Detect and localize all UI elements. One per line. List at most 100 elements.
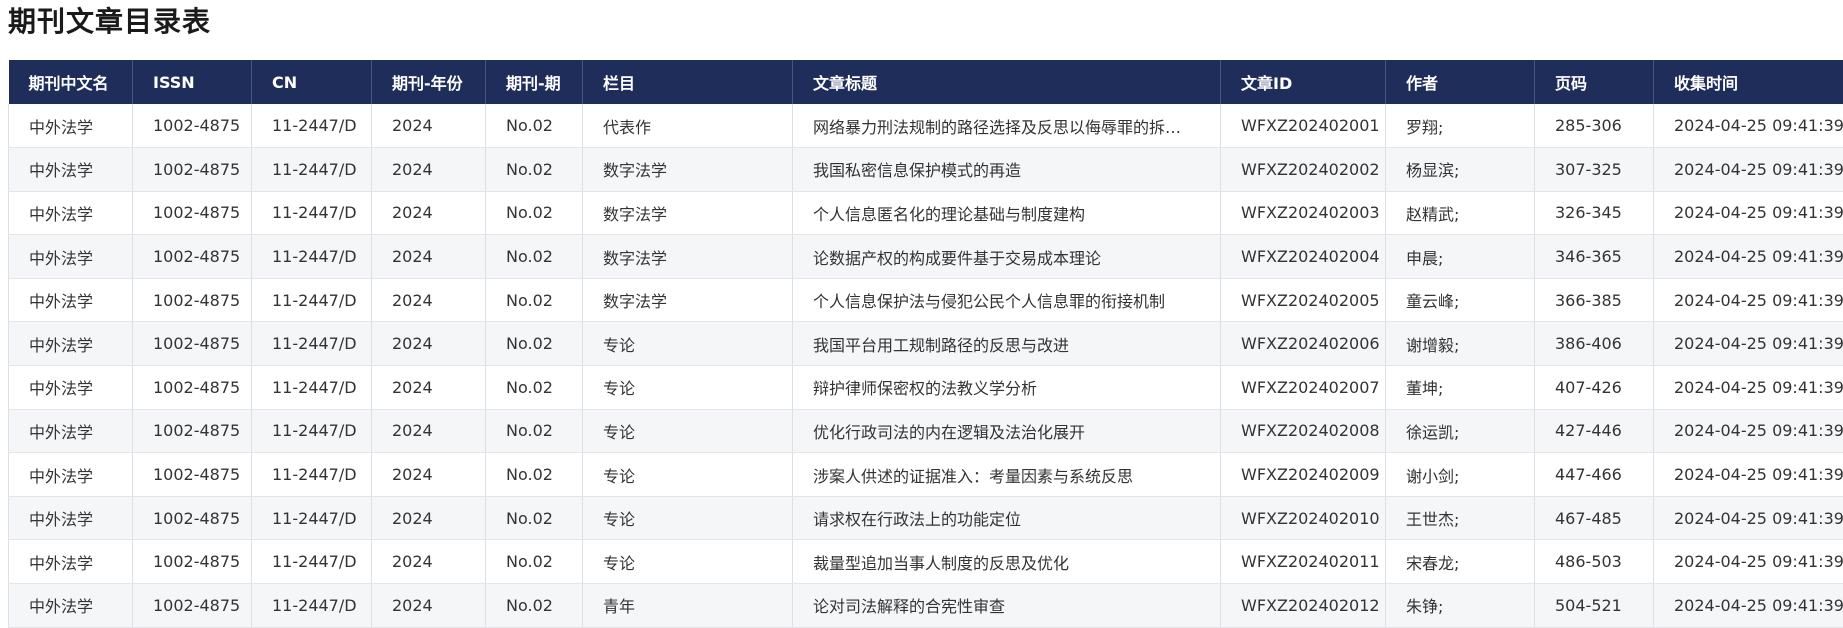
cell-year: 2024	[372, 366, 486, 410]
cell-year: 2024	[372, 104, 486, 148]
cell-issue: No.02	[486, 540, 583, 584]
table-container[interactable]: 期刊中文名ISSNCN期刊-年份期刊-期栏目文章标题文章ID作者页码收集时间 中…	[8, 60, 1843, 628]
cell-article-title: 优化行政司法的内在逻辑及法治化展开	[793, 409, 1221, 453]
cell-cn: 11-2447/D	[252, 409, 372, 453]
column-header-cn[interactable]: CN	[252, 60, 372, 104]
cell-year: 2024	[372, 191, 486, 235]
cell-pages: 307-325	[1535, 148, 1654, 192]
cell-year: 2024	[372, 322, 486, 366]
cell-year: 2024	[372, 453, 486, 497]
cell-article-id: WFXZ202402004	[1221, 235, 1386, 279]
cell-year: 2024	[372, 278, 486, 322]
cell-journal-name: 中外法学	[9, 366, 133, 410]
cell-collected-time: 2024-04-25 09:41:39	[1654, 235, 1843, 279]
column-header-collected-time[interactable]: 收集时间	[1654, 60, 1843, 104]
cell-article-title: 我国平台用工规制路径的反思与改进	[793, 322, 1221, 366]
cell-issn: 1002-4875	[133, 540, 252, 584]
cell-pages: 346-365	[1535, 235, 1654, 279]
cell-journal-name: 中外法学	[9, 191, 133, 235]
cell-issue: No.02	[486, 409, 583, 453]
cell-collected-time: 2024-04-25 09:41:39	[1654, 104, 1843, 148]
cell-section: 专论	[583, 366, 793, 410]
table-row[interactable]: 中外法学1002-487511-2447/D2024No.02数字法学个人信息保…	[9, 278, 1843, 322]
table-row[interactable]: 中外法学1002-487511-2447/D2024No.02数字法学我国私密信…	[9, 148, 1843, 192]
cell-journal-name: 中外法学	[9, 409, 133, 453]
cell-article-title: 论对司法解释的合宪性审查	[793, 584, 1221, 628]
cell-issn: 1002-4875	[133, 278, 252, 322]
cell-pages: 427-446	[1535, 409, 1654, 453]
cell-cn: 11-2447/D	[252, 191, 372, 235]
cell-article-id: WFXZ202402008	[1221, 409, 1386, 453]
cell-article-title: 我国私密信息保护模式的再造	[793, 148, 1221, 192]
cell-journal-name: 中外法学	[9, 235, 133, 279]
cell-section: 代表作	[583, 104, 793, 148]
column-header-section[interactable]: 栏目	[583, 60, 793, 104]
cell-author: 宋春龙;	[1386, 540, 1535, 584]
cell-issn: 1002-4875	[133, 584, 252, 628]
cell-issn: 1002-4875	[133, 322, 252, 366]
cell-article-id: WFXZ202402012	[1221, 584, 1386, 628]
table-row[interactable]: 中外法学1002-487511-2447/D2024No.02青年论对司法解释的…	[9, 584, 1843, 628]
cell-year: 2024	[372, 496, 486, 540]
table-body: 中外法学1002-487511-2447/D2024No.02代表作网络暴力刑法…	[9, 104, 1843, 627]
cell-article-title: 辩护律师保密权的法教义学分析	[793, 366, 1221, 410]
table-row[interactable]: 中外法学1002-487511-2447/D2024No.02专论请求权在行政法…	[9, 496, 1843, 540]
column-header-issue[interactable]: 期刊-期	[486, 60, 583, 104]
column-header-article-id[interactable]: 文章ID	[1221, 60, 1386, 104]
table-row[interactable]: 中外法学1002-487511-2447/D2024No.02数字法学论数据产权…	[9, 235, 1843, 279]
cell-issn: 1002-4875	[133, 148, 252, 192]
cell-issn: 1002-4875	[133, 235, 252, 279]
cell-section: 数字法学	[583, 191, 793, 235]
cell-section: 数字法学	[583, 148, 793, 192]
table-row[interactable]: 中外法学1002-487511-2447/D2024No.02专论裁量型追加当事…	[9, 540, 1843, 584]
column-header-journal-name[interactable]: 期刊中文名	[9, 60, 133, 104]
cell-issn: 1002-4875	[133, 191, 252, 235]
cell-article-title: 网络暴力刑法规制的路径选择及反思以侮辱罪的拆…	[793, 104, 1221, 148]
table-row[interactable]: 中外法学1002-487511-2447/D2024No.02专论涉案人供述的证…	[9, 453, 1843, 497]
column-header-year[interactable]: 期刊-年份	[372, 60, 486, 104]
table-row[interactable]: 中外法学1002-487511-2447/D2024No.02代表作网络暴力刑法…	[9, 104, 1843, 148]
table-row[interactable]: 中外法学1002-487511-2447/D2024No.02专论我国平台用工规…	[9, 322, 1843, 366]
column-header-article-title[interactable]: 文章标题	[793, 60, 1221, 104]
cell-issue: No.02	[486, 453, 583, 497]
page-title: 期刊文章目录表	[8, 2, 211, 42]
cell-issue: No.02	[486, 278, 583, 322]
cell-pages: 285-306	[1535, 104, 1654, 148]
cell-section: 专论	[583, 322, 793, 366]
cell-collected-time: 2024-04-25 09:41:39	[1654, 409, 1843, 453]
cell-cn: 11-2447/D	[252, 584, 372, 628]
cell-author: 朱铮;	[1386, 584, 1535, 628]
cell-journal-name: 中外法学	[9, 584, 133, 628]
cell-collected-time: 2024-04-25 09:41:39	[1654, 366, 1843, 410]
column-header-pages[interactable]: 页码	[1535, 60, 1654, 104]
table-row[interactable]: 中外法学1002-487511-2447/D2024No.02专论优化行政司法的…	[9, 409, 1843, 453]
column-header-author[interactable]: 作者	[1386, 60, 1535, 104]
cell-article-title: 个人信息匿名化的理论基础与制度建构	[793, 191, 1221, 235]
column-header-issn[interactable]: ISSN	[133, 60, 252, 104]
cell-cn: 11-2447/D	[252, 496, 372, 540]
cell-section: 专论	[583, 496, 793, 540]
cell-issue: No.02	[486, 584, 583, 628]
cell-issue: No.02	[486, 366, 583, 410]
cell-pages: 467-485	[1535, 496, 1654, 540]
cell-pages: 386-406	[1535, 322, 1654, 366]
cell-section: 专论	[583, 409, 793, 453]
cell-article-id: WFXZ202402010	[1221, 496, 1386, 540]
table-row[interactable]: 中外法学1002-487511-2447/D2024No.02数字法学个人信息匿…	[9, 191, 1843, 235]
cell-pages: 504-521	[1535, 584, 1654, 628]
table-row[interactable]: 中外法学1002-487511-2447/D2024No.02专论辩护律师保密权…	[9, 366, 1843, 410]
cell-year: 2024	[372, 540, 486, 584]
cell-article-id: WFXZ202402011	[1221, 540, 1386, 584]
cell-article-title: 个人信息保护法与侵犯公民个人信息罪的衔接机制	[793, 278, 1221, 322]
cell-year: 2024	[372, 235, 486, 279]
cell-article-title: 涉案人供述的证据准入：考量因素与系统反思	[793, 453, 1221, 497]
cell-author: 董坤;	[1386, 366, 1535, 410]
cell-article-id: WFXZ202402006	[1221, 322, 1386, 366]
cell-cn: 11-2447/D	[252, 453, 372, 497]
cell-section: 专论	[583, 453, 793, 497]
cell-author: 谢小剑;	[1386, 453, 1535, 497]
cell-cn: 11-2447/D	[252, 148, 372, 192]
cell-journal-name: 中外法学	[9, 540, 133, 584]
cell-article-id: WFXZ202402007	[1221, 366, 1386, 410]
cell-author: 谢增毅;	[1386, 322, 1535, 366]
